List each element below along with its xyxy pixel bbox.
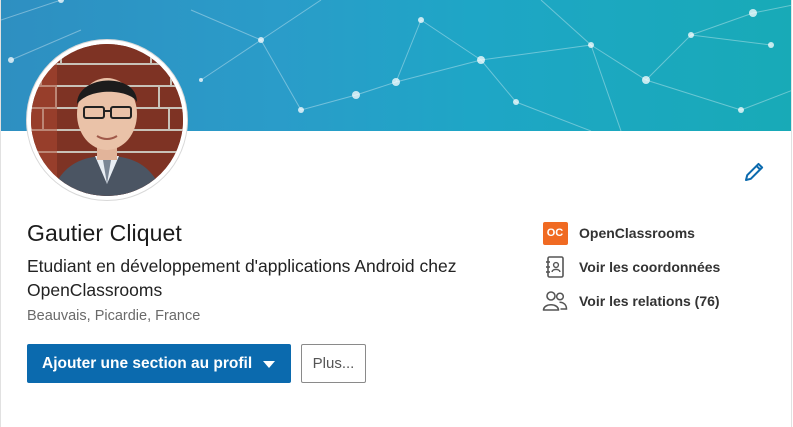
contact-info-label: Voir les coordonnées — [579, 259, 721, 275]
address-book-icon — [542, 254, 568, 280]
profile-card: Gautier Cliquet Etudiant en développemen… — [0, 0, 792, 427]
contact-info-link[interactable]: Voir les coordonnées — [542, 254, 720, 280]
profile-headline: Etudiant en développement d'applications… — [27, 256, 457, 300]
company-link[interactable]: OC OpenClassrooms — [542, 220, 695, 246]
profile-photo — [31, 44, 183, 196]
company-logo-icon: OC — [542, 220, 568, 246]
add-profile-section-button[interactable]: Ajouter une section au profil — [27, 344, 291, 383]
add-profile-section-label: Ajouter une section au profil — [42, 354, 253, 372]
more-button[interactable]: Plus... — [301, 344, 366, 383]
connections-label: Voir les relations (76) — [579, 293, 720, 309]
caret-down-icon — [263, 361, 275, 368]
profile-avatar[interactable] — [27, 40, 187, 200]
profile-name: Gautier Cliquet — [27, 220, 182, 246]
profile-location: Beauvais, Picardie, France — [27, 308, 201, 324]
edit-profile-pencil-icon[interactable] — [742, 160, 766, 184]
connections-link[interactable]: Voir les relations (76) — [542, 288, 720, 314]
people-icon — [542, 288, 568, 314]
company-link-label: OpenClassrooms — [579, 225, 695, 241]
